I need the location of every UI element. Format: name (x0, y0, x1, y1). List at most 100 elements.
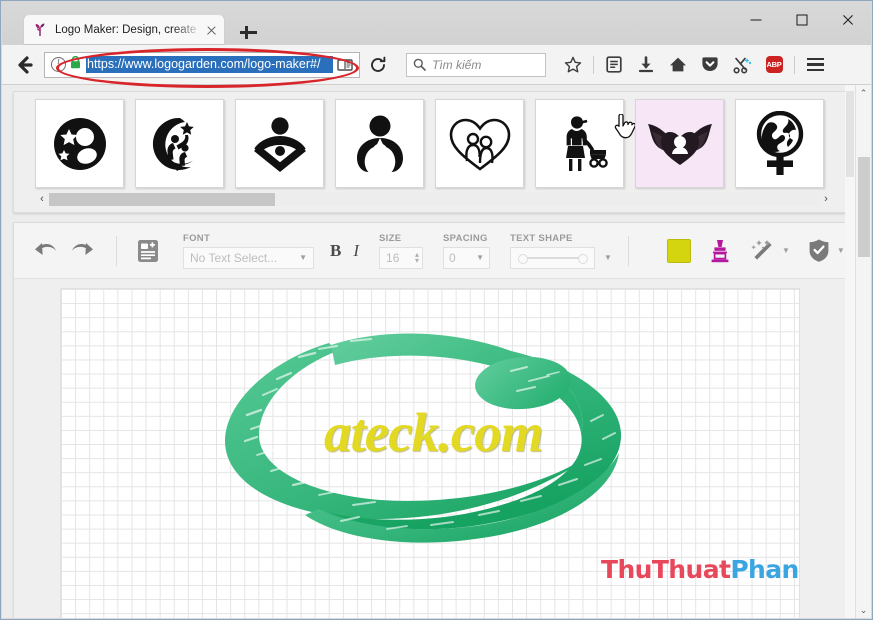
font-label: FONT (183, 232, 211, 244)
reader-view-icon[interactable] (333, 54, 357, 76)
site-info-icon[interactable] (51, 56, 66, 72)
size-spinner-icon[interactable]: ▴ ▾ (415, 250, 419, 264)
shield-button[interactable]: ▼ (808, 238, 845, 263)
toolbar-separator-2 (627, 235, 629, 266)
search-bar[interactable]: Tìm kiếm (406, 52, 546, 77)
bookmark-star-icon[interactable] (558, 50, 588, 80)
new-tab-button[interactable] (238, 22, 258, 42)
text-shape-field: TEXT SHAPE ▼ (510, 233, 612, 269)
parent-child-symbol (356, 115, 403, 172)
close-button[interactable] (825, 3, 871, 37)
logo-artwork[interactable]: ateck.com (211, 329, 711, 549)
search-placeholder[interactable]: Tìm kiếm (432, 58, 481, 72)
moon-stars-family-symbol (53, 117, 106, 170)
home-icon[interactable] (663, 50, 693, 80)
clip-tool-icon[interactable] (727, 50, 757, 80)
spacing-select[interactable]: 0 ▼ (443, 246, 491, 269)
canvas-area: ateck.com ThuThuatPhanMem.vn (14, 279, 850, 618)
logo-editor-panel: FONT No Text Select... ▼ B I SIZE 16 ▴ ▾… (13, 222, 851, 618)
person-diamond-symbol (253, 116, 306, 172)
window-frame: Logo Maker: Design, create i https://www… (0, 0, 873, 620)
download-icon[interactable] (631, 50, 661, 80)
redo-button[interactable] (64, 233, 100, 269)
hscroll-thumb[interactable] (49, 193, 275, 206)
symbol-tile-woman-with-wagon[interactable] (535, 99, 624, 188)
scroll-right-button[interactable]: › (819, 192, 833, 207)
symbol-horizontal-scrollbar[interactable]: ‹ › (35, 192, 833, 207)
chevron-down-icon-spacing: ▼ (476, 253, 485, 262)
watermark-part1: ThuThuat (601, 555, 731, 584)
minimize-button[interactable] (733, 3, 779, 37)
color-swatch[interactable] (666, 238, 691, 263)
symbol-tile-heart-couple-outline[interactable] (435, 99, 524, 188)
font-value: No Text Select... (190, 250, 278, 265)
spacing-value: 0 (449, 250, 456, 265)
window-controls (733, 3, 871, 37)
pocket-icon[interactable] (695, 50, 725, 80)
editor-toolbar: FONT No Text Select... ▼ B I SIZE 16 ▴ ▾… (14, 223, 850, 279)
text-shape-slider[interactable] (510, 246, 596, 269)
library-icon[interactable] (599, 50, 629, 80)
magic-wand-button[interactable]: ▼ (749, 239, 790, 263)
hscroll-track[interactable] (49, 193, 819, 206)
italic-button[interactable]: I (353, 241, 359, 261)
lock-icon (69, 55, 82, 75)
chevron-down-icon-shield[interactable]: ▼ (837, 246, 845, 255)
tab-close-icon[interactable] (203, 22, 220, 39)
reach-for-star-symbol (152, 117, 194, 171)
symbol-tiles (35, 99, 824, 188)
font-field: FONT No Text Select... ▼ (183, 233, 314, 269)
page-scrollbar[interactable]: ⌃ ⌄ (855, 85, 871, 618)
maximize-button[interactable] (779, 3, 825, 37)
adblock-badge-label: ABP (765, 56, 783, 73)
logo-canvas[interactable]: ateck.com ThuThuatPhanMem.vn (60, 288, 800, 618)
browser-action-icons: ABP (558, 50, 830, 80)
font-select[interactable]: No Text Select... ▼ (183, 246, 314, 269)
chevron-down-icon-wand[interactable]: ▼ (782, 246, 790, 255)
logo-text[interactable]: ateck.com (324, 401, 544, 464)
url-text[interactable]: https://www.logogarden.com/logo-maker#/ (86, 56, 333, 73)
reload-button[interactable] (364, 51, 392, 79)
symbol-gallery-panel: ‹ › (13, 91, 851, 213)
undo-button[interactable] (28, 233, 64, 269)
add-text-button[interactable] (133, 239, 163, 263)
symbol-tile-person-diamond[interactable] (235, 99, 324, 188)
spacing-field: SPACING 0 ▼ (443, 233, 491, 269)
adblock-plus-icon[interactable]: ABP (759, 50, 789, 80)
watermark: ThuThuatPhanMem.vn (601, 555, 799, 584)
scroll-up-button[interactable]: ⌃ (856, 85, 871, 101)
symbol-tile-female-globe[interactable] (735, 99, 824, 188)
scroll-left-button[interactable]: ‹ (35, 192, 49, 207)
tab-title: Logo Maker: Design, create (55, 24, 197, 36)
toolbar-divider-2 (794, 55, 795, 74)
size-stepper[interactable]: 16 ▴ ▾ (379, 246, 424, 269)
heart-couple-outline-symbol (449, 118, 510, 171)
winged-heart-baby-symbol (647, 123, 712, 165)
symbol-tile-moon-stars-family[interactable] (35, 99, 124, 188)
female-globe-symbol (756, 110, 803, 175)
back-button[interactable] (8, 48, 42, 82)
browser-window: Logo Maker: Design, create i https://www… (0, 0, 873, 620)
size-value[interactable]: 16 (386, 251, 399, 265)
watermark-part2: PhanMem (730, 555, 799, 584)
scroll-down-button[interactable]: ⌄ (856, 602, 871, 618)
symbol-tile-parent-child[interactable] (335, 99, 424, 188)
menu-hamburger-icon[interactable] (800, 50, 830, 80)
woman-with-wagon-symbol (565, 115, 608, 171)
search-icon (413, 58, 426, 71)
text-shape-track (517, 253, 588, 264)
stamp-button[interactable] (709, 238, 731, 264)
toolbar-separator-1 (116, 235, 117, 266)
text-shape-label: TEXT SHAPE (510, 232, 573, 244)
web-page-content: ‹ › FONT No Text Select... ▼ B I SIZE 16… (2, 85, 871, 618)
inner-scrollbar[interactable] (845, 85, 855, 618)
symbol-tile-reach-for-star[interactable] (135, 99, 224, 188)
chevron-down-icon-text-shape[interactable]: ▼ (604, 253, 612, 262)
pointer-hand-cursor (613, 114, 635, 140)
symbol-tile-winged-heart-baby[interactable] (614, 99, 724, 188)
browser-tab[interactable]: Logo Maker: Design, create (24, 15, 224, 45)
address-bar[interactable]: https://www.logogarden.com/logo-maker#/ (44, 51, 360, 78)
bold-button[interactable]: B (330, 241, 341, 261)
page-scrollbar-thumb[interactable] (858, 157, 870, 257)
inner-scrollbar-thumb[interactable] (846, 91, 854, 177)
